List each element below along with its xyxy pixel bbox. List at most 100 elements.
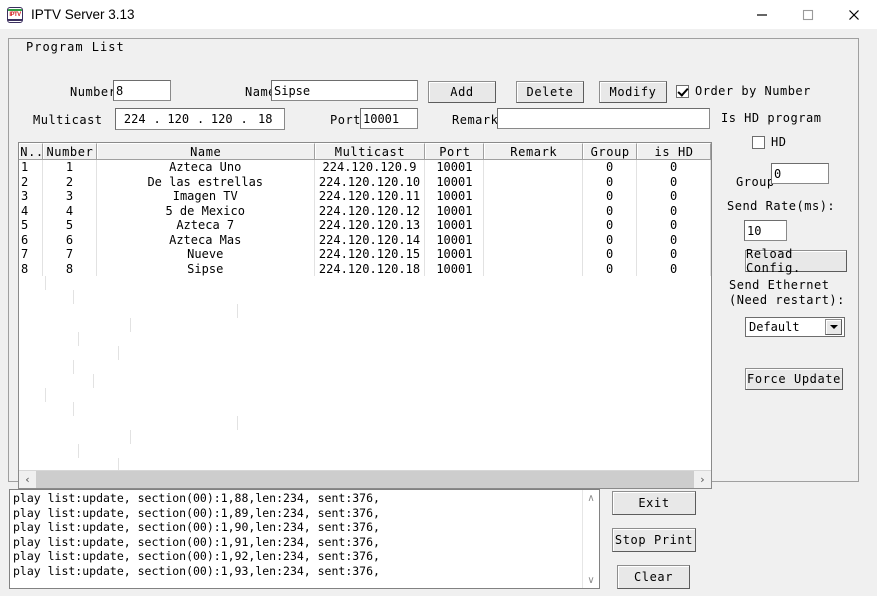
group-input[interactable]: 0 bbox=[771, 163, 829, 184]
cell-number: 7 bbox=[43, 247, 97, 262]
client-area: Program List Number 8 Name Sipse Multica… bbox=[0, 29, 877, 596]
table-row[interactable]: 2 2 De las estrellas 224.120.120.10 10001 0 0 bbox=[19, 174, 711, 189]
cell-number: 6 bbox=[43, 232, 97, 247]
remark-input[interactable] bbox=[497, 108, 710, 129]
number-label: Number bbox=[70, 85, 117, 99]
cell-remark bbox=[484, 247, 584, 262]
number-input[interactable]: 8 bbox=[113, 80, 171, 101]
cell-name: Azteca Mas bbox=[97, 232, 315, 247]
send-ethernet-dropdown[interactable]: Default bbox=[745, 317, 845, 337]
hd-checkbox[interactable]: HD bbox=[752, 135, 786, 149]
modify-button[interactable]: Modify bbox=[599, 81, 667, 103]
multicast-octet-3[interactable]: 120 bbox=[203, 112, 241, 126]
column-header-n[interactable]: N.. bbox=[19, 143, 43, 159]
cell-group: 0 bbox=[583, 261, 638, 276]
send-ethernet-label-line1: Send Ethernet bbox=[729, 278, 830, 292]
column-header-name[interactable]: Name bbox=[96, 143, 315, 159]
stop-print-button[interactable]: Stop Print bbox=[612, 528, 696, 552]
scroll-up-arrow-icon[interactable]: ∧ bbox=[583, 490, 599, 506]
order-by-number-label: Order by Number bbox=[695, 84, 811, 98]
app-icon: IPTV bbox=[7, 6, 23, 23]
exit-button[interactable]: Exit bbox=[612, 491, 696, 515]
empty-cell bbox=[19, 374, 94, 388]
cell-remark bbox=[484, 174, 584, 189]
cell-number: 3 bbox=[43, 189, 97, 204]
cell-remark bbox=[484, 218, 584, 233]
cell-name: Nueve bbox=[97, 247, 315, 262]
table-row[interactable]: 5 5 Azteca 7 224.120.120.13 10001 0 0 bbox=[19, 218, 711, 233]
cell-multicast: 224.120.120.13 bbox=[315, 218, 426, 233]
empty-cell bbox=[19, 332, 79, 346]
table-horizontal-scrollbar[interactable]: ‹ › bbox=[19, 470, 711, 488]
cell-port: 10001 bbox=[425, 218, 485, 233]
table-empty-rows bbox=[19, 276, 711, 488]
horizontal-scroll-thumb[interactable] bbox=[36, 471, 694, 488]
empty-cell bbox=[19, 304, 238, 318]
maximize-button[interactable] bbox=[785, 0, 831, 29]
cell-group: 0 bbox=[583, 174, 638, 189]
cell-multicast: 224.120.120.9 bbox=[315, 160, 426, 175]
column-header-remark[interactable]: Remark bbox=[484, 143, 584, 159]
cell-port: 10001 bbox=[425, 232, 485, 247]
column-header-multicast[interactable]: Multicast bbox=[314, 143, 426, 159]
table-row[interactable]: 6 6 Azteca Mas 224.120.120.14 10001 0 0 bbox=[19, 232, 711, 247]
column-header-is-hd[interactable]: is HD bbox=[637, 143, 711, 159]
log-text: play list:update, section(00):1,88,len:2… bbox=[13, 491, 380, 578]
cell-n: 6 bbox=[19, 232, 43, 247]
send-rate-input[interactable]: 10 bbox=[744, 220, 787, 241]
cell-is_hd: 0 bbox=[637, 247, 711, 262]
name-input[interactable]: Sipse bbox=[271, 80, 418, 101]
clear-button[interactable]: Clear bbox=[617, 565, 690, 589]
log-output-panel[interactable]: play list:update, section(00):1,88,len:2… bbox=[9, 489, 600, 589]
table-row[interactable]: 1 1 Azteca Uno 224.120.120.9 10001 0 0 bbox=[19, 160, 711, 175]
multicast-address-input[interactable]: 224 . 120 . 120 . 18 bbox=[115, 108, 285, 130]
scroll-left-arrow-icon[interactable]: ‹ bbox=[19, 471, 36, 488]
cell-number: 5 bbox=[43, 218, 97, 233]
cell-multicast: 224.120.120.10 bbox=[315, 174, 426, 189]
program-list-table[interactable]: N.. Number Name Multicast Port Remark Gr… bbox=[18, 142, 712, 489]
table-row[interactable]: 8 8 Sipse 224.120.120.18 10001 0 0 bbox=[19, 261, 711, 276]
chevron-down-icon[interactable] bbox=[825, 319, 842, 335]
scroll-down-arrow-icon[interactable]: ∨ bbox=[583, 572, 599, 588]
cell-port: 10001 bbox=[425, 203, 485, 218]
cell-n: 2 bbox=[19, 174, 43, 189]
order-by-number-checkbox[interactable]: Order by Number bbox=[676, 84, 811, 98]
cell-is_hd: 0 bbox=[637, 189, 711, 204]
close-button[interactable] bbox=[831, 0, 877, 29]
column-header-group[interactable]: Group bbox=[583, 143, 638, 159]
table-empty-row bbox=[19, 276, 711, 388]
multicast-octet-1[interactable]: 224 bbox=[116, 112, 154, 126]
multicast-octet-2[interactable]: 120 bbox=[160, 112, 198, 126]
window-title-bar: IPTV IPTV Server 3.13 bbox=[0, 0, 877, 29]
table-row[interactable]: 3 3 Imagen TV 224.120.120.11 10001 0 0 bbox=[19, 189, 711, 204]
checkbox-icon[interactable] bbox=[752, 135, 765, 149]
cell-n: 8 bbox=[19, 261, 43, 276]
add-button[interactable]: Add bbox=[428, 81, 496, 103]
column-header-number[interactable]: Number bbox=[42, 143, 97, 159]
empty-cell bbox=[19, 430, 131, 444]
force-update-button[interactable]: Force Update bbox=[745, 368, 843, 390]
multicast-octet-4[interactable]: 18 bbox=[247, 112, 285, 126]
cell-remark bbox=[484, 261, 584, 276]
delete-button[interactable]: Delete bbox=[516, 81, 584, 103]
minimize-button[interactable] bbox=[739, 0, 785, 29]
empty-cell bbox=[19, 276, 46, 290]
cell-remark bbox=[484, 189, 584, 204]
empty-cell bbox=[19, 318, 131, 332]
cell-multicast: 224.120.120.12 bbox=[315, 203, 426, 218]
cell-number: 2 bbox=[43, 174, 97, 189]
checkbox-icon[interactable] bbox=[676, 84, 689, 98]
table-row[interactable]: 445 de Mexico 224.120.120.12 10001 0 0 bbox=[19, 203, 711, 218]
scroll-right-arrow-icon[interactable]: › bbox=[694, 471, 711, 488]
column-header-port[interactable]: Port bbox=[425, 143, 485, 159]
table-row[interactable]: 7 7 Nueve 224.120.120.15 10001 0 0 bbox=[19, 247, 711, 262]
cell-is_hd: 0 bbox=[637, 232, 711, 247]
cell-remark bbox=[484, 160, 584, 175]
reload-config-button[interactable]: Reload Config. bbox=[745, 247, 847, 275]
cell-port: 10001 bbox=[425, 261, 485, 276]
cell-name: Sipse bbox=[97, 261, 315, 276]
log-vertical-scrollbar[interactable]: ∧ ∨ bbox=[582, 490, 599, 588]
port-input[interactable]: 10001 bbox=[360, 108, 418, 129]
group-label: Group bbox=[736, 175, 775, 189]
cell-group: 0 bbox=[583, 247, 638, 262]
